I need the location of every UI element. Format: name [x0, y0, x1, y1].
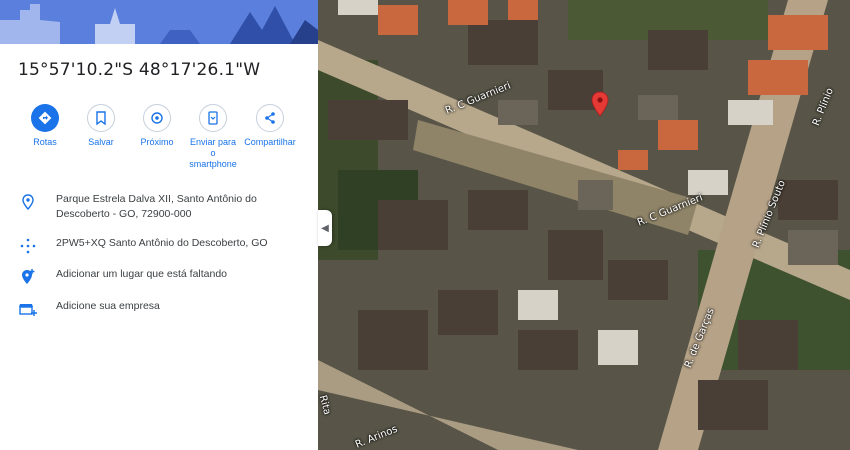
send-to-phone-label: Enviar para o smartphone [189, 137, 237, 169]
action-bar: Rotas Salvar Próximo Enviar para o smart… [19, 104, 312, 169]
bookmark-icon [87, 104, 115, 132]
share-label: Compartilhar [244, 137, 296, 147]
place-photo[interactable] [0, 0, 318, 44]
coordinates-title: 15°57'10.2"S 48°17'26.1"W [18, 60, 261, 80]
satellite-map[interactable]: R. C Guarnieri R. C Guarnieri R. Plínio … [318, 0, 850, 450]
plus-code-text: 2PW5+XQ Santo Antônio do Descoberto, GO [56, 237, 268, 249]
send-to-phone-button[interactable]: Enviar para o smartphone [187, 104, 239, 170]
add-business-icon [18, 299, 38, 319]
directions-label: Rotas [33, 137, 57, 147]
send-to-phone-icon [199, 104, 227, 132]
directions-button[interactable]: Rotas [19, 104, 71, 148]
directions-icon [31, 104, 59, 132]
chevron-left-icon: ◀ [321, 222, 329, 234]
save-label: Salvar [88, 137, 114, 147]
location-pin-icon [18, 192, 38, 212]
add-business-text: Adicione sua empresa [56, 300, 160, 312]
nearby-label: Próximo [140, 137, 174, 147]
nearby-icon [143, 104, 171, 132]
add-missing-place-text: Adicionar um lugar que está faltando [56, 268, 228, 280]
save-button[interactable]: Salvar [75, 104, 127, 148]
share-icon [256, 104, 284, 132]
address-text: Parque Estrela Dalva XII, Santo Antônio … [56, 193, 257, 220]
plus-code-icon [18, 236, 38, 256]
add-location-icon [18, 267, 38, 287]
collapse-panel-button[interactable]: ◀ [318, 210, 332, 246]
place-panel: 15°57'10.2"S 48°17'26.1"W Rotas Salvar P… [0, 0, 318, 450]
share-button[interactable]: Compartilhar [244, 104, 296, 148]
nearby-button[interactable]: Próximo [131, 104, 183, 148]
